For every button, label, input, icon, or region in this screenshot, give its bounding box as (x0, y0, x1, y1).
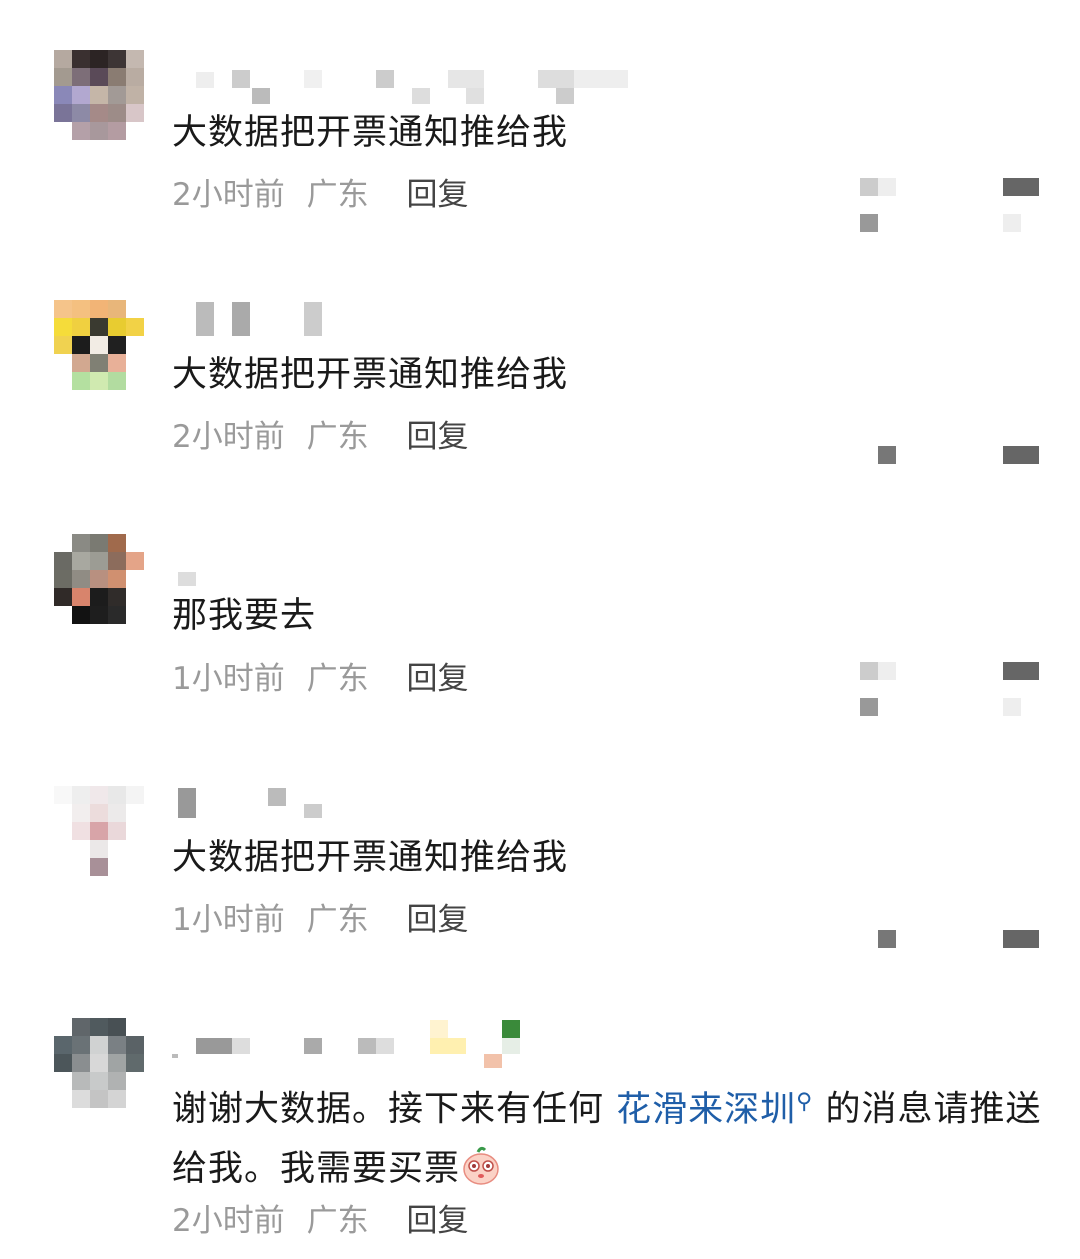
reply-button[interactable]: 回复 (406, 1203, 468, 1239)
search-icon[interactable]: ⚲ (796, 1089, 813, 1114)
comment-text: 谢谢大数据。接下来有任何 花滑来深圳⚲ 的消息请推送给我。我需要买票 (172, 1072, 1042, 1199)
comment-location: 广东 (306, 661, 369, 697)
avatar[interactable] (54, 534, 144, 624)
like-actions-blurred[interactable] (855, 660, 1045, 730)
reply-button[interactable]: 回复 (406, 177, 468, 213)
comment-text: 大数据把开票通知推给我 (172, 355, 569, 395)
avatar[interactable] (54, 300, 144, 390)
username-blurred[interactable] (172, 788, 652, 828)
like-actions-blurred[interactable] (855, 904, 1045, 974)
comment-location: 广东 (306, 177, 369, 213)
comment-text: 大数据把开票通知推给我 (172, 838, 569, 878)
comment-time: 2小时前 (172, 419, 285, 455)
comment-location: 广东 (306, 902, 369, 938)
comment-text-start: 谢谢大数据。接下来有任何 (172, 1089, 605, 1130)
comment-meta: 2小时前 广东 回复 (172, 175, 468, 215)
comment-time: 1小时前 (172, 902, 285, 938)
avatar[interactable] (54, 50, 144, 140)
like-actions-blurred[interactable] (855, 420, 1045, 490)
comment-meta: 2小时前 广东 回复 (172, 1201, 468, 1241)
comment-time: 2小时前 (172, 177, 285, 213)
reply-button[interactable]: 回复 (406, 661, 468, 697)
comment-time: 2小时前 (172, 1203, 285, 1239)
reply-button[interactable]: 回复 (406, 902, 468, 938)
avatar[interactable] (54, 786, 144, 876)
comment-meta: 2小时前 广东 回复 (172, 417, 468, 457)
comment-meta: 1小时前 广东 回复 (172, 659, 468, 699)
comment-text: 大数据把开票通知推给我 (172, 113, 569, 153)
username-blurred[interactable] (172, 302, 652, 342)
comment-location: 广东 (306, 419, 369, 455)
topic-search-link-label[interactable]: 花滑来深圳 (616, 1090, 796, 1130)
topic-search-link[interactable]: 花滑来深圳⚲ (616, 1089, 813, 1130)
comment-meta: 1小时前 广东 回复 (172, 900, 468, 940)
reply-button[interactable]: 回复 (406, 419, 468, 455)
baby-face-emoji-icon (460, 1144, 502, 1186)
username-blurred[interactable] (172, 1018, 652, 1068)
like-actions-blurred[interactable] (855, 176, 1045, 246)
avatar[interactable] (54, 1018, 144, 1108)
comment-time: 1小时前 (172, 661, 285, 697)
comment-location: 广东 (306, 1203, 369, 1239)
username-blurred[interactable] (172, 66, 652, 106)
comment-text: 那我要去 (172, 596, 317, 636)
